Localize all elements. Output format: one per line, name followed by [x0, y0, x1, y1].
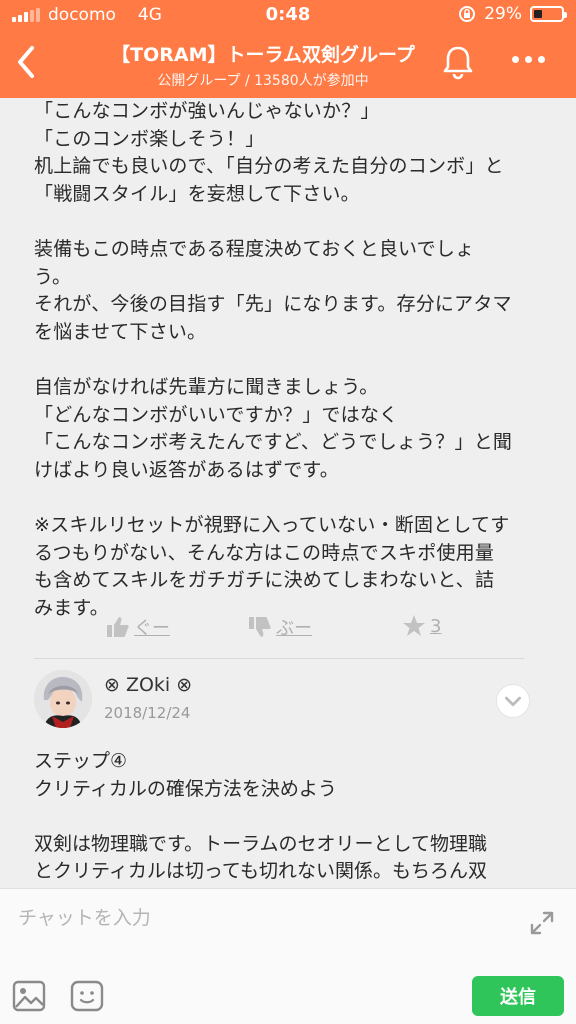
thumbs-down-icon	[249, 617, 271, 637]
message-paragraph: 自信がなければ先輩方に聞きましょう。 「どんなコンボがいいですか？」ではなく 「…	[34, 375, 513, 481]
author-name[interactable]: ⊗ ZOki ⊗	[104, 674, 192, 696]
battery-icon	[530, 6, 567, 22]
post-paragraph: 双剣は物理職です。トーラムのセオリーとして物理職 とクリティカルは切っても切れな…	[34, 832, 487, 888]
message-paragraph: ※スキルリセットが視野に入っていない・断固としてす るつもりがない、そんな方はこ…	[34, 513, 510, 619]
post-header: ⊗ ZOki ⊗ 2018/12/24	[34, 670, 544, 734]
dislike-label: ぶー	[276, 618, 312, 639]
message-paragraph: 「こんなコンボが強いんじゃないか？」 「このコンボ楽しそう！」 机上論でも良いの…	[34, 100, 504, 205]
chat-content[interactable]: 「こんなコンボが強いんじゃないか？」 「このコンボ楽しそう！」 机上論でも良いの…	[0, 98, 576, 888]
star-icon	[403, 615, 425, 636]
reaction-bar: ぐー ぶー 3	[0, 610, 576, 646]
avatar[interactable]	[34, 670, 92, 728]
dislike-button[interactable]: ぶー	[248, 614, 312, 640]
app-header: 【TORAM】トーラム双剣グループ 公開グループ / 13580人が参加中	[0, 30, 576, 98]
star-button[interactable]: 3	[402, 614, 441, 638]
bell-icon[interactable]	[438, 42, 478, 82]
composer: 送信	[0, 888, 576, 1024]
rotation-lock-icon	[459, 6, 476, 22]
post-paragraph: ステップ④ クリティカルの確保方法を決めよう	[34, 750, 337, 800]
message-paragraph: 装備もこの時点である程度決めておくと良いでしょ う。 それが、今後の目指す「先」…	[34, 237, 512, 343]
chat-input[interactable]	[18, 901, 498, 935]
divider	[34, 658, 524, 659]
post-date: 2018/12/24	[104, 704, 191, 722]
expand-icon[interactable]	[526, 907, 558, 939]
chevron-down-icon[interactable]	[496, 684, 530, 718]
like-label: ぐー	[134, 618, 170, 639]
send-button[interactable]: 送信	[472, 976, 564, 1016]
image-icon[interactable]	[12, 979, 46, 1013]
star-count: 3	[430, 615, 442, 637]
like-button[interactable]: ぐー	[106, 614, 170, 640]
group-subtitle: 公開グループ / 13580人が参加中	[157, 73, 369, 89]
group-title: 【TORAM】トーラム双剣グループ	[111, 44, 415, 66]
thumbs-up-icon	[107, 617, 129, 637]
battery-percent: 29%	[484, 4, 522, 24]
message-body: 「こんなコンボが強いんじゃないか？」 「このコンボ楽しそう！」 机上論でも良いの…	[34, 98, 554, 650]
status-bar: docomo 4G 0:48 29%	[0, 0, 576, 30]
post-body: ステップ④ クリティカルの確保方法を決めよう 双剣は物理職です。トーラムのセオリ…	[34, 748, 554, 888]
more-icon[interactable]	[512, 56, 545, 63]
back-icon[interactable]	[8, 40, 48, 84]
sticker-icon[interactable]	[70, 979, 104, 1013]
